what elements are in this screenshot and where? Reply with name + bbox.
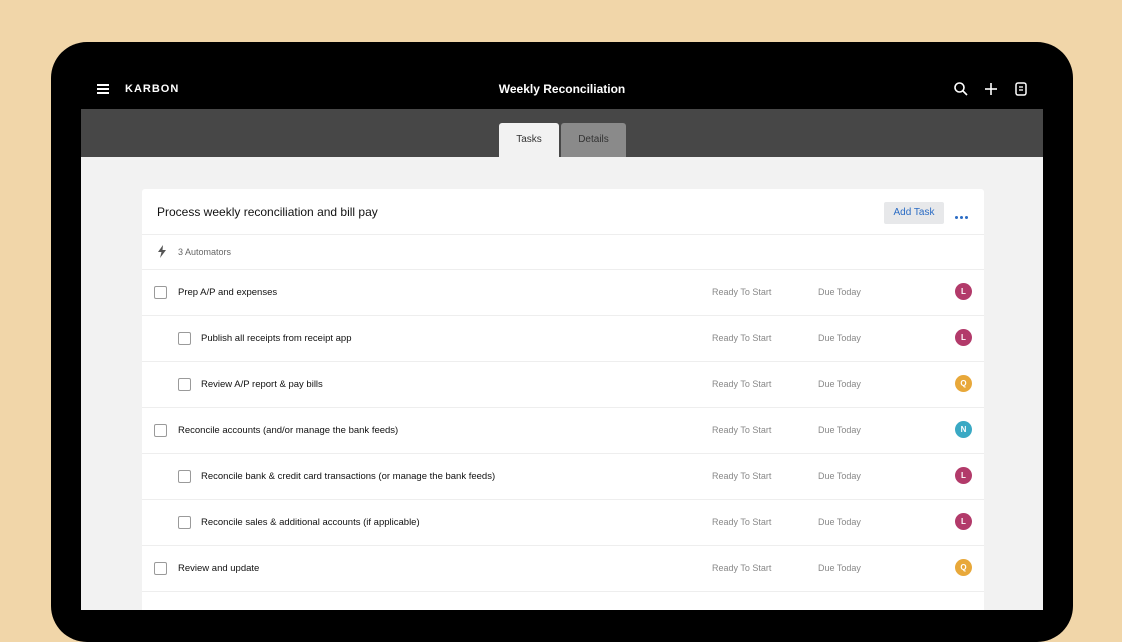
task-name: Publish all receipts from receipt app — [201, 333, 352, 344]
task-status: Ready To Start — [712, 379, 772, 389]
top-bar: KARBON Weekly Reconciliation — [81, 70, 1043, 109]
assignee-avatar[interactable]: L — [955, 283, 972, 300]
task-checkbox[interactable] — [178, 378, 191, 391]
app-screen: KARBON Weekly Reconciliation Tasks Detai… — [81, 70, 1043, 610]
task-status: Ready To Start — [712, 287, 772, 297]
task-checkbox[interactable] — [178, 332, 191, 345]
task-row[interactable]: Reconcile accounts (and/or manage the ba… — [142, 408, 984, 454]
task-checkbox[interactable] — [154, 562, 167, 575]
top-actions — [953, 81, 1029, 97]
tab-tasks[interactable]: Tasks — [499, 123, 559, 157]
task-row[interactable]: Review A/P report & pay bills Ready To St… — [142, 362, 984, 408]
task-checkbox[interactable] — [178, 516, 191, 529]
assignee-avatar[interactable]: L — [955, 513, 972, 530]
task-due-date: Due Today — [818, 563, 861, 573]
task-row[interactable]: Reconcile bank & credit card transaction… — [142, 454, 984, 500]
task-status: Ready To Start — [712, 425, 772, 435]
search-icon[interactable] — [953, 81, 969, 97]
assignee-avatar[interactable]: N — [955, 421, 972, 438]
lightning-icon — [158, 245, 166, 258]
assignee-avatar[interactable]: L — [955, 329, 972, 346]
more-options-icon[interactable] — [955, 206, 973, 220]
page-title: Weekly Reconciliation — [498, 82, 626, 96]
task-name: Prep A/P and expenses — [178, 287, 278, 298]
assignee-avatar[interactable]: Q — [955, 559, 972, 576]
task-row[interactable]: Prep A/P and expenses Ready To Start Due T… — [142, 270, 984, 316]
task-due-date: Due Today — [818, 425, 861, 435]
task-status: Ready To Start — [712, 563, 772, 573]
task-list: Prep A/P and expenses Ready To Start Due T… — [142, 270, 984, 592]
assignee-avatar[interactable]: L — [955, 467, 972, 484]
task-due-date: Due Today — [818, 333, 861, 343]
add-task-button[interactable]: Add Task — [884, 202, 944, 224]
task-checkbox[interactable] — [178, 470, 191, 483]
tab-details[interactable]: Details — [561, 123, 626, 157]
automators-row[interactable]: 3 Automators — [142, 235, 984, 270]
task-due-date: Due Today — [818, 471, 861, 481]
assignee-avatar[interactable]: Q — [955, 375, 972, 392]
task-status: Ready To Start — [712, 333, 772, 343]
work-item-card: Process weekly reconciliation and bill p… — [142, 189, 984, 610]
card-header: Process weekly reconciliation and bill p… — [142, 189, 984, 235]
task-due-date: Due Today — [818, 379, 861, 389]
task-due-date: Due Today — [818, 287, 861, 297]
task-name: Review A/P report & pay bills — [201, 379, 323, 390]
card-title: Process weekly reconciliation and bill p… — [157, 205, 378, 219]
plus-icon[interactable] — [983, 81, 999, 97]
automators-label: 3 Automators — [178, 247, 232, 257]
task-name: Review and update — [178, 563, 260, 574]
task-status: Ready To Start — [712, 517, 772, 527]
task-status: Ready To Start — [712, 471, 772, 481]
task-name: Reconcile sales & additional accounts (i… — [201, 517, 420, 528]
task-checkbox[interactable] — [154, 286, 167, 299]
task-name: Reconcile accounts (and/or manage the ba… — [178, 425, 399, 436]
task-row[interactable]: Review and update Ready To Start Due Today… — [142, 546, 984, 592]
task-name: Reconcile bank & credit card transaction… — [201, 471, 496, 482]
tab-bar: Tasks Details — [81, 109, 1043, 157]
task-row[interactable]: Publish all receipts from receipt app Rea… — [142, 316, 984, 362]
task-row[interactable]: Reconcile sales & additional accounts (i… — [142, 500, 984, 546]
task-checkbox[interactable] — [154, 424, 167, 437]
notes-icon[interactable] — [1013, 81, 1029, 97]
task-due-date: Due Today — [818, 517, 861, 527]
